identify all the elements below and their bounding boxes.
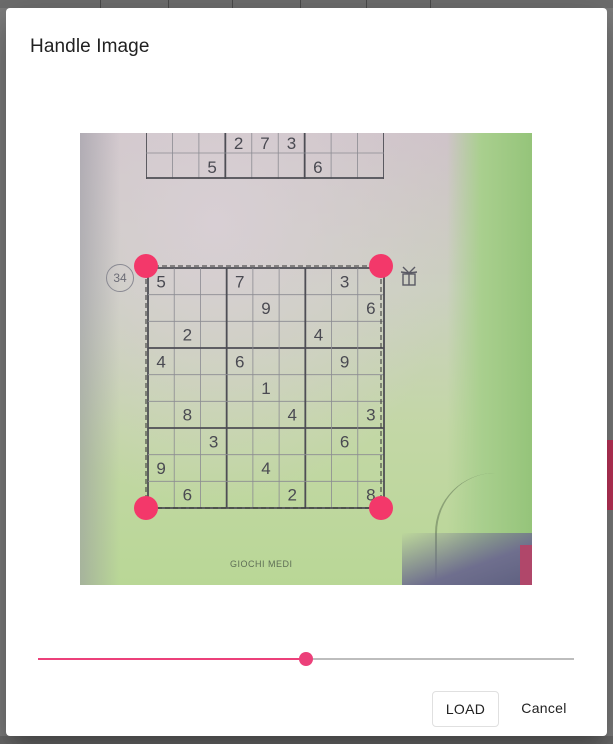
slider-thumb[interactable] — [299, 652, 313, 666]
load-button[interactable]: LOAD — [432, 691, 499, 727]
crop-handle-top-right[interactable] — [369, 254, 393, 278]
handle-image-dialog: Handle Image 27356 34 573962446918433694… — [6, 8, 607, 736]
crop-overlay — [134, 254, 393, 520]
crop-handle-bottom-right[interactable] — [369, 496, 393, 520]
crop-handle-bottom-left[interactable] — [134, 496, 158, 520]
background-app-bottom — [0, 736, 613, 744]
cancel-button[interactable]: Cancel — [512, 691, 576, 725]
background-app-strip — [0, 0, 613, 8]
zoom-slider[interactable] — [38, 648, 574, 670]
crop-handle-top-left[interactable] — [134, 254, 158, 278]
dialog-title: Handle Image — [30, 36, 150, 57]
sudoku-photo: 27356 34 573962446918433694628 GIOCHI ME… — [80, 133, 532, 585]
slider-track-filled[interactable] — [38, 658, 306, 660]
